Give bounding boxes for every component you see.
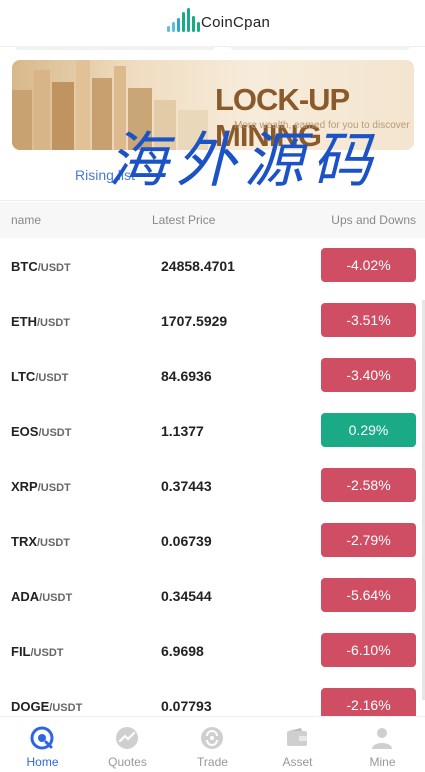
app-header: CoinCpan — [0, 0, 425, 47]
header-shadow — [0, 46, 425, 56]
latest-price: 0.34544 — [161, 588, 212, 604]
tab-asset[interactable]: Asset — [255, 717, 340, 772]
exchange-icon — [201, 727, 223, 749]
pair-name: BTC/USDT — [11, 259, 71, 274]
tab-label: Home — [26, 755, 59, 769]
chart-icon — [116, 727, 138, 749]
latest-price: 24858.4701 — [161, 258, 235, 274]
table-row[interactable]: FIL/USDT 6.9698 -6.10% — [0, 623, 425, 678]
table-row[interactable]: ETH/USDT 1707.5929 -3.51% — [0, 293, 425, 348]
tab-label: Mine — [369, 755, 396, 769]
change-badge[interactable]: 0.29% — [321, 413, 416, 447]
pair-name: EOS/USDT — [11, 424, 72, 439]
tab-label: Trade — [197, 755, 228, 769]
logo-bars-icon — [167, 8, 200, 32]
table-row[interactable]: ADA/USDT 0.34544 -5.64% — [0, 568, 425, 623]
tab-label: Quotes — [108, 755, 147, 769]
bottom-nav: Home Quotes Trade Asset Mine — [0, 716, 425, 772]
header-latest-price: Latest Price — [152, 213, 216, 227]
latest-price: 0.06739 — [161, 533, 212, 549]
latest-price: 1707.5929 — [161, 313, 228, 329]
tab-mine[interactable]: Mine — [340, 717, 425, 772]
pair-name: DOGE/USDT — [11, 699, 83, 714]
app-logo[interactable]: CoinCpan — [167, 8, 270, 32]
tab-label: Asset — [282, 755, 313, 769]
pair-name: ETH/USDT — [11, 314, 70, 329]
latest-price: 0.07793 — [161, 698, 212, 714]
change-badge[interactable]: -4.02% — [321, 248, 416, 282]
table-row[interactable]: EOS/USDT 1.1377 0.29% — [0, 403, 425, 458]
change-badge[interactable]: -3.40% — [321, 358, 416, 392]
tab-home[interactable]: Home — [0, 717, 85, 772]
change-badge[interactable]: -2.58% — [321, 468, 416, 502]
pair-name: LTC/USDT — [11, 369, 69, 384]
pair-name: ADA/USDT — [11, 589, 73, 604]
home-icon — [30, 726, 54, 750]
table-row[interactable]: BTC/USDT 24858.4701 -4.02% — [0, 238, 425, 293]
table-row[interactable]: XRP/USDT 0.37443 -2.58% — [0, 458, 425, 513]
latest-price: 0.37443 — [161, 478, 212, 494]
wallet-icon — [287, 728, 307, 746]
pair-name: XRP/USDT — [11, 479, 71, 494]
header-name: name — [11, 213, 42, 227]
change-badge[interactable]: -2.79% — [321, 523, 416, 557]
latest-price: 84.6936 — [161, 368, 212, 384]
change-badge[interactable]: -5.64% — [321, 578, 416, 612]
section-divider — [0, 200, 425, 201]
watermark-text: 海外源码 — [108, 126, 380, 196]
latest-price: 1.1377 — [161, 423, 204, 439]
tab-trade[interactable]: Trade — [170, 717, 255, 772]
change-badge[interactable]: -3.51% — [321, 303, 416, 337]
table-header: name Latest Price Ups and Downs — [0, 202, 425, 238]
latest-price: 6.9698 — [161, 643, 204, 659]
pair-name: TRX/USDT — [11, 534, 70, 549]
table-row[interactable]: LTC/USDT 84.6936 -3.40% — [0, 348, 425, 403]
user-icon — [372, 728, 392, 749]
change-badge[interactable]: -6.10% — [321, 633, 416, 667]
pair-name: FIL/USDT — [11, 644, 64, 659]
tab-quotes[interactable]: Quotes — [85, 717, 170, 772]
table-row[interactable]: TRX/USDT 0.06739 -2.79% — [0, 513, 425, 568]
logo-text: CoinCpan — [201, 14, 271, 31]
header-ups-downs: Ups and Downs — [331, 213, 416, 227]
